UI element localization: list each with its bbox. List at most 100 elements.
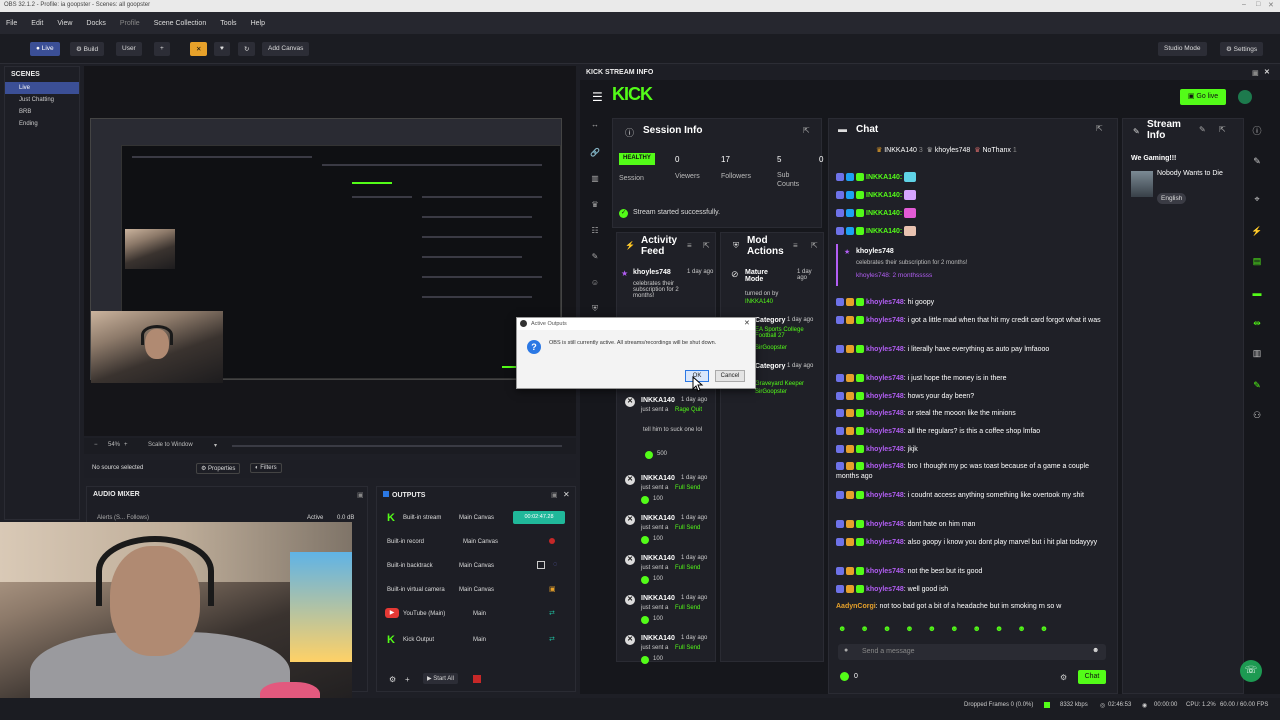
wrench-icon[interactable]: ✎: [1250, 380, 1264, 394]
link-icon[interactable]: 🔗: [588, 148, 602, 162]
collapse-icon[interactable]: ↔: [588, 120, 602, 134]
edit-icon[interactable]: ✎: [1199, 125, 1206, 134]
help-chat-button[interactable]: ☏: [1240, 660, 1262, 682]
chart-icon[interactable]: ▥: [588, 174, 602, 188]
stop-icon[interactable]: [473, 675, 481, 683]
hamburger-icon[interactable]: ☰: [592, 90, 603, 104]
filter-icon[interactable]: ≡: [793, 241, 798, 250]
output-status-button[interactable]: 00:02:47.28: [513, 511, 565, 524]
refresh-icon[interactable]: ↻: [238, 42, 256, 56]
zoom-out-icon[interactable]: −: [94, 442, 98, 448]
maximize-icon[interactable]: □: [1256, 1, 1260, 8]
camera-icon[interactable]: ▣: [549, 585, 556, 593]
game-thumbnail: [1131, 171, 1153, 197]
menu-bar: File Edit View Docks Profile Scene Colle…: [0, 12, 1280, 34]
preview-scrollbar[interactable]: [232, 445, 562, 447]
chevron-down-icon[interactable]: ▾: [214, 442, 217, 449]
add-canvas-button[interactable]: Add Canvas: [262, 42, 310, 56]
scene-item-just-chatting[interactable]: Just Chatting: [5, 94, 79, 106]
tools-icon[interactable]: ✕: [190, 42, 208, 56]
menu-file[interactable]: File: [6, 20, 17, 27]
menu-docks[interactable]: Docks: [86, 20, 105, 27]
stream-icon[interactable]: ⇄: [549, 609, 555, 617]
output-row[interactable]: Built-in virtual camera Main Canvas ▣: [377, 581, 577, 601]
minimize-icon[interactable]: –: [1242, 1, 1246, 8]
output-row[interactable]: K Kick Output Main ⇄: [377, 631, 577, 651]
undock-icon[interactable]: ▣: [1252, 69, 1259, 77]
menu-scene-collection[interactable]: Scene Collection: [154, 20, 207, 27]
clipboard-icon[interactable]: ▤: [1250, 256, 1264, 270]
close-icon[interactable]: ✕: [563, 490, 570, 499]
shield-icon[interactable]: ⛨: [588, 304, 602, 318]
mixer-source[interactable]: Alerts (S... Follows): [97, 515, 149, 521]
heart-icon[interactable]: ♥: [214, 42, 230, 56]
close-icon[interactable]: ✕: [1264, 68, 1270, 76]
emote-bar[interactable]: ☻☻☻☻☻☻☻☻☻☻: [838, 624, 1108, 636]
popout-icon[interactable]: ⇱: [803, 126, 810, 135]
menu-view[interactable]: View: [57, 20, 72, 27]
scene-item-ending[interactable]: Ending: [5, 118, 79, 130]
wrench-icon[interactable]: ✎: [588, 252, 602, 266]
zoom-in-icon[interactable]: +: [124, 442, 128, 448]
users-icon[interactable]: ☺: [588, 278, 602, 292]
popout-icon[interactable]: ⇱: [1219, 125, 1226, 134]
menu-edit[interactable]: Edit: [31, 20, 43, 27]
menu-help[interactable]: Help: [251, 20, 265, 27]
gear-icon[interactable]: ⚙: [1060, 673, 1067, 682]
scale-select[interactable]: Scale to Window: [148, 442, 193, 448]
chat-text: : well good ish: [903, 586, 949, 593]
info-icon[interactable]: ⓘ: [1250, 124, 1264, 138]
chat-text: : dont hate on him man: [903, 521, 976, 528]
start-all-button[interactable]: ▶ Start All: [423, 673, 458, 684]
target-icon[interactable]: ⌖: [1250, 194, 1264, 208]
avatar[interactable]: [1238, 90, 1252, 104]
record-icon[interactable]: [549, 538, 555, 544]
output-row[interactable]: Built-in record Main Canvas: [377, 533, 577, 553]
backtrack-checkbox[interactable]: [537, 561, 545, 569]
scene-item-live[interactable]: Live: [5, 82, 79, 94]
backtrack-icon[interactable]: ◌: [553, 561, 557, 568]
cancel-button[interactable]: Cancel: [715, 370, 745, 382]
properties-button[interactable]: ⚙ Properties: [196, 463, 241, 474]
pencil-icon[interactable]: ✎: [1250, 156, 1264, 170]
chat-icon[interactable]: ▬: [1250, 288, 1264, 302]
scene-item-brb[interactable]: BRB: [5, 106, 79, 118]
server-icon[interactable]: ▥: [1250, 348, 1264, 362]
output-row[interactable]: K Built-in stream Main Canvas 00:02:47.2…: [377, 509, 577, 529]
close-icon[interactable]: ✕: [744, 319, 750, 327]
menu-tools[interactable]: Tools: [220, 20, 236, 27]
stream-icon[interactable]: ⇄: [549, 635, 555, 643]
popout-icon[interactable]: ⇱: [1096, 124, 1103, 133]
trophy-icon[interactable]: ♛: [588, 200, 602, 214]
live-button[interactable]: ● Live: [30, 42, 60, 56]
output-row[interactable]: ▶ YouTube (Main) Main ⇄: [377, 605, 577, 625]
sub-user: khoyles748: [856, 248, 894, 255]
chat-message: khoyles748: i coudnt access anything som…: [836, 491, 1108, 501]
send-chat-button[interactable]: Chat: [1078, 670, 1106, 684]
filter-icon[interactable]: ≡: [687, 241, 692, 250]
close-icon[interactable]: ✕: [1268, 1, 1274, 9]
extra-count: 0: [819, 155, 824, 164]
studio-mode-button[interactable]: Studio Mode: [1158, 42, 1207, 56]
network-icon[interactable]: ⚇: [1250, 410, 1264, 424]
settings-button[interactable]: ⚙ Settings: [1220, 42, 1264, 56]
split-icon[interactable]: ⇹: [1250, 318, 1264, 332]
chat-input[interactable]: ● Send a message ☻: [838, 644, 1106, 660]
bolt-icon[interactable]: ⚡: [1250, 226, 1264, 240]
add-output-icon[interactable]: +: [405, 675, 410, 684]
popout-icon[interactable]: ⇱: [811, 241, 818, 250]
add-button[interactable]: +: [154, 42, 170, 56]
go-live-button[interactable]: ▣ Go live: [1180, 89, 1226, 105]
undock-icon[interactable]: ▣: [551, 491, 558, 499]
undock-icon[interactable]: ▣: [357, 491, 364, 499]
output-row[interactable]: Built-in backtrack Main Canvas ◌: [377, 557, 577, 577]
output-settings-icon[interactable]: ⚙: [389, 675, 396, 684]
emoji-icon[interactable]: ☻: [1092, 647, 1099, 654]
build-button[interactable]: ⚙ Build: [70, 42, 105, 56]
menu-profile[interactable]: Profile: [120, 20, 140, 27]
user-button[interactable]: User: [116, 42, 142, 56]
list-icon[interactable]: ☷: [588, 226, 602, 240]
activity-feed-title: Activity Feed: [641, 235, 678, 257]
popout-icon[interactable]: ⇱: [703, 241, 710, 250]
filters-button[interactable]: ◐ Filters: [250, 463, 282, 473]
